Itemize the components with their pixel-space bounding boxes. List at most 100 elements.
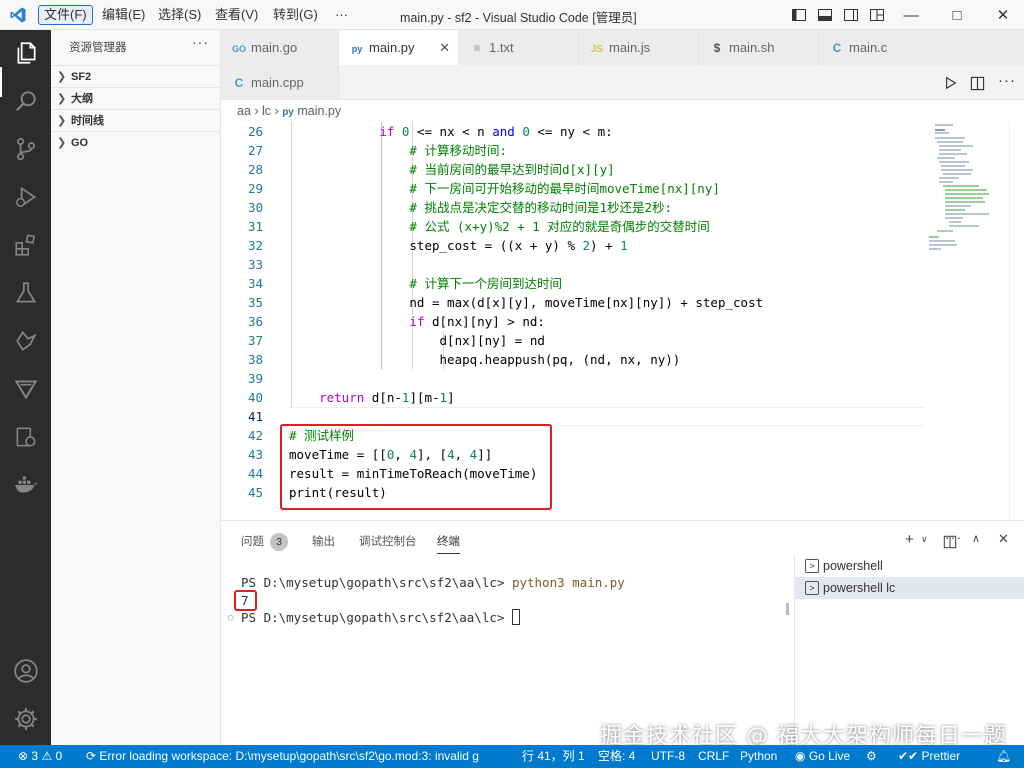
tab-main-go[interactable]: GO main.go [221, 30, 339, 65]
sidebar-section-timeline[interactable]: ❯ 时间线 [51, 109, 221, 131]
prettier-status[interactable]: ✔✔ Prettier [898, 745, 960, 768]
terminal-prompt: PS D:\mysetup\gopath\src\sf2\aa\lc> [241, 610, 512, 625]
menu-file[interactable]: 文件(F) [38, 5, 93, 25]
docker-icon[interactable] [13, 472, 39, 498]
remote-explorer-icon[interactable] [13, 328, 39, 354]
maximize-panel-icon[interactable]: ∧ [972, 532, 980, 545]
run-debug-icon[interactable] [13, 184, 39, 210]
tab-label: main.js [609, 40, 651, 55]
sidebar-section-outline[interactable]: ❯ 大纲 [51, 87, 221, 109]
terminal-line[interactable]: PS D:\mysetup\gopath\src\sf2\aa\lc> [241, 609, 520, 627]
remote-containers-icon[interactable] [13, 424, 39, 450]
panel-tab-debug-console[interactable]: 调试控制台 [359, 534, 417, 554]
vscode-logo-icon [10, 7, 26, 23]
line-number: 39 [247, 371, 263, 386]
customize-layout-icon[interactable] [869, 7, 885, 23]
code-line: step_cost = ((x + y) % 2) + 1 [289, 238, 628, 253]
minimize-button[interactable]: — [888, 0, 934, 30]
indentation-status[interactable]: 空格: 4 [598, 745, 635, 768]
tab-main-cpp[interactable]: Cmain.cpp [221, 65, 339, 100]
shell-file-icon: $ [713, 41, 721, 55]
tab-label: main.go [251, 40, 298, 55]
tab-label: 1.txt [489, 40, 514, 55]
gitlens-icon[interactable] [13, 376, 39, 402]
section-label: SF2 [71, 71, 92, 83]
go-live-status[interactable]: ◉ Go Live [795, 745, 850, 768]
double-check-icon: ✔✔ [898, 749, 919, 763]
terminal-more-actions-icon[interactable]: ··· [945, 529, 962, 545]
breadcrumb: aa › lc › py main.py [221, 100, 1024, 122]
toggle-primary-sidebar-icon[interactable] [791, 7, 807, 23]
cpp-file-icon: C [234, 76, 244, 90]
sidebar-section-sf2[interactable]: ❯ SF2 [51, 65, 221, 87]
code-line: heapq.heappush(pq, (nd, nx, ny)) [289, 352, 681, 367]
toggle-secondary-sidebar-icon[interactable] [843, 7, 859, 23]
menu-edit[interactable]: 编辑(E) [97, 5, 150, 25]
explorer-icon[interactable] [13, 40, 39, 66]
gear-icon[interactable]: ⚙ [866, 745, 877, 768]
line-number: 40 [247, 390, 263, 405]
tab-main-py[interactable]: py main.py ✕ [339, 30, 459, 65]
source-control-icon[interactable] [13, 136, 39, 162]
section-label: GO [71, 137, 89, 149]
panel-tab-terminal[interactable]: 终端 [437, 534, 460, 554]
panel-tab-problems[interactable]: 问题 3 [241, 533, 288, 553]
run-python-file-icon[interactable] [944, 76, 958, 90]
panel-tab-output[interactable]: 输出 [312, 534, 335, 554]
close-tab-icon[interactable]: ✕ [439, 30, 450, 65]
eol-status[interactable]: CRLF [698, 745, 729, 768]
menu-view[interactable]: 查看(V) [210, 5, 263, 25]
tab-main-js[interactable]: JS main.js [579, 30, 699, 65]
status-message: Error loading workspace: D:\mysetup\gopa… [99, 749, 479, 763]
search-icon[interactable] [13, 88, 39, 114]
toggle-panel-icon[interactable] [817, 7, 833, 23]
notifications-bell-icon[interactable]: 🔔︎ [996, 745, 1011, 768]
workspace-error-status[interactable]: ⟳ Error loading workspace: D:\mysetup\go… [86, 745, 486, 768]
editor-actions: ··· [940, 72, 1024, 94]
maximize-button[interactable]: □ [934, 0, 980, 30]
breadcrumb-item[interactable]: main.py [297, 104, 341, 118]
menu-more[interactable]: ··· [330, 5, 353, 25]
prettier-label: Prettier [921, 749, 961, 763]
sidebar-section-go[interactable]: ❯ GO [51, 131, 221, 153]
extensions-icon[interactable] [13, 232, 39, 258]
terminal-item-selected[interactable]: > powershell lc [795, 577, 1024, 599]
menu-go[interactable]: 转到(G) [268, 5, 323, 25]
line-number: 41 [247, 409, 263, 424]
split-editor-icon[interactable] [970, 76, 985, 91]
sidebar-more-actions-icon[interactable]: ··· [192, 34, 209, 50]
tab-1-txt[interactable]: ≡ 1.txt [459, 30, 579, 65]
terminal-icon: > [805, 559, 819, 573]
bottom-panel: 问题 3 输出 调试控制台 终端 + ∨ ··· ∧ ✕ PS D:\mysetu… [221, 520, 1024, 746]
close-window-button[interactable]: ✕ [980, 0, 1024, 30]
new-terminal-icon[interactable]: + [905, 531, 914, 548]
menu-selection[interactable]: 选择(S) [153, 5, 206, 25]
close-panel-icon[interactable]: ✕ [998, 531, 1009, 547]
encoding-status[interactable]: UTF-8 [651, 745, 685, 768]
terminal-item[interactable]: > powershell [795, 555, 1024, 577]
tab-main-c[interactable]: Cmain.c [819, 30, 1024, 65]
terminal-line: PS D:\mysetup\gopath\src\sf2\aa\lc> pyth… [241, 574, 625, 592]
problems-status[interactable]: ⊗ 3 ⚠ 0 [18, 745, 62, 768]
more-actions-icon[interactable]: ··· [998, 72, 1016, 89]
breadcrumb-item[interactable]: lc [262, 104, 271, 118]
settings-gear-icon[interactable] [13, 706, 39, 732]
cursor-position-status[interactable]: 行 41，列 1 [522, 745, 585, 768]
terminal-scrollbar[interactable] [786, 603, 789, 615]
code-line: # 挑战点是决定交替的移动时间是1秒还是2秒: [289, 200, 673, 215]
highlight-box [280, 424, 552, 510]
explorer-sidebar: 资源管理器 ··· ❯ SF2 ❯ 大纲 ❯ 时间线 ❯ GO [51, 30, 221, 745]
code-line: nd = max(d[x][y], moveTime[nx][ny]) + st… [289, 295, 764, 310]
account-icon[interactable] [13, 658, 39, 684]
chevron-right-icon: ❯ [57, 137, 67, 149]
editor-scrollbar[interactable] [1009, 122, 1023, 520]
chevron-down-icon[interactable]: ∨ [921, 534, 928, 545]
language-mode-status[interactable]: Python [740, 745, 777, 768]
terminal-item-label: powershell [823, 559, 883, 573]
testing-icon[interactable] [13, 280, 39, 306]
tab-main-sh[interactable]: $ main.sh [699, 30, 819, 65]
tab-label: main.cpp [251, 75, 304, 90]
breadcrumb-item[interactable]: aa [237, 104, 251, 118]
code-editor[interactable]: 26 27 28 29 30 31 32 33 34 35 36 37 38 3… [221, 122, 1024, 520]
code-line: if d[nx][ny] > nd: [409, 314, 545, 329]
